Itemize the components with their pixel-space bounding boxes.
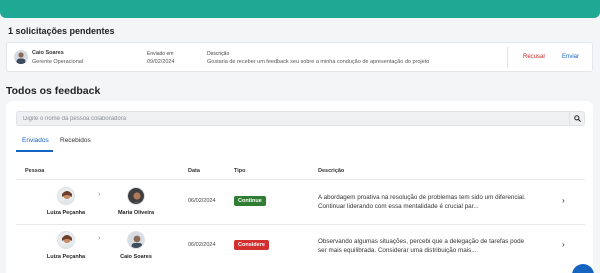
row-description: A abordagem proativa na resolução de pro… <box>318 194 526 210</box>
type-badge: Continue <box>234 196 266 206</box>
search-input[interactable] <box>23 114 563 124</box>
active-tab-indicator <box>16 150 53 152</box>
sent-date-label: Enviado em <box>147 51 174 57</box>
row-date: 06/02/2024 <box>188 242 216 248</box>
description-label: Descrição <box>207 51 230 57</box>
pending-request-card: Caio Soares Gerente Operacional Enviado … <box>6 42 593 72</box>
sent-date: 09/02/2024 <box>147 59 175 65</box>
tab-sent[interactable]: Enviados <box>22 137 49 144</box>
chevron-right-icon: › <box>98 235 101 242</box>
pending-requests-title: 1 solicitações pendentes <box>8 26 115 36</box>
avatar <box>14 50 28 64</box>
chevron-right-icon[interactable]: › <box>562 196 565 205</box>
tab-received[interactable]: Recebidos <box>60 137 91 144</box>
column-header-date: Data <box>188 168 200 174</box>
row-description: Observando algumas situações, percebi qu… <box>318 238 525 254</box>
column-header-description: Descrição <box>318 168 345 174</box>
avatar <box>57 187 75 205</box>
feedback-panel: Enviados Recebidos Pessoa Data Tipo Desc… <box>6 101 593 273</box>
chevron-right-icon[interactable]: › <box>562 240 565 249</box>
requester-name: Caio Soares <box>32 50 64 56</box>
divider <box>507 47 508 69</box>
top-header-bar <box>0 0 600 18</box>
recipient-name: Caio Soares <box>120 254 152 260</box>
chevron-right-icon: › <box>98 191 101 198</box>
requester-role: Gerente Operacional <box>32 59 84 65</box>
search-bar <box>16 111 585 126</box>
refuse-button[interactable]: Recusar <box>523 54 545 60</box>
table-row[interactable]: Luiza Peçanha › Maria Oliveira 06/02/202… <box>16 181 585 225</box>
sender-name: Luiza Peçanha <box>46 254 86 260</box>
send-button[interactable]: Enviar <box>562 54 579 60</box>
search-icon <box>573 115 581 122</box>
all-feedback-title: Todos os feedback <box>6 85 101 97</box>
avatar <box>127 231 145 249</box>
type-badge: Considere <box>234 240 269 250</box>
recipient: Maria Oliveira <box>106 187 166 216</box>
sender: Luiza Peçanha <box>36 187 96 216</box>
feedback-tabs: Enviados Recebidos <box>16 137 585 153</box>
column-header-person: Pessoa <box>25 168 45 174</box>
avatar <box>127 187 145 205</box>
sender: Luiza Peçanha <box>36 231 96 260</box>
request-description: Gostaria de receber um feedback seu sobr… <box>207 59 430 65</box>
header-divider <box>16 179 585 180</box>
recipient-name: Maria Oliveira <box>117 210 155 216</box>
row-date: 06/02/2024 <box>188 198 216 204</box>
table-row[interactable]: Luiza Peçanha › Caio Soares 06/02/2024 C… <box>16 225 585 269</box>
sender-name: Luiza Peçanha <box>46 210 86 216</box>
search-button[interactable] <box>569 112 584 125</box>
column-header-type: Tipo <box>234 168 246 174</box>
recipient: Caio Soares <box>106 231 166 260</box>
avatar <box>57 231 75 249</box>
